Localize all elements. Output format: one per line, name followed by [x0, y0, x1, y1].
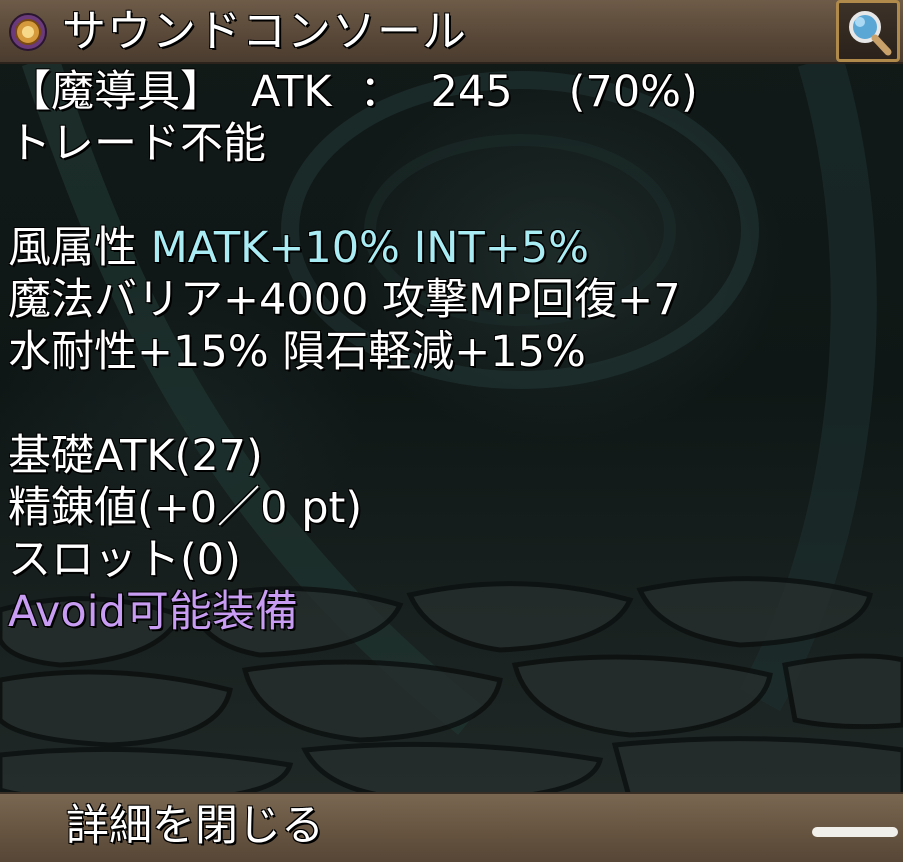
item-title: サウンドコンソール — [62, 6, 467, 57]
atk-percent: (70%) — [568, 67, 698, 117]
refine-value: 精錬値(+0／0 pt) — [8, 483, 363, 533]
effect-line-2: 水耐性+15% 隕石軽減+15% — [8, 326, 586, 378]
title-bar: サウンドコンソール — [0, 0, 903, 64]
search-button[interactable] — [836, 0, 900, 62]
trade-status: トレード不能 — [8, 119, 266, 169]
drag-handle[interactable] — [812, 827, 898, 837]
item-category: 【魔導具】 — [8, 67, 223, 117]
close-details-label: 詳細を閉じる — [66, 801, 324, 851]
item-detail-screen: サウンドコンソール 【魔導具】 ATK ： 245 (70%) トレード不能 風属性 M… — [0, 0, 903, 862]
element-line: 風属性 MATK+10% INT+5% — [8, 222, 589, 274]
category-atk-line: 【魔導具】 ATK ： 245 (70%) — [8, 66, 698, 118]
close-details-button[interactable]: 詳細を閉じる — [0, 792, 903, 862]
magnifier-icon — [849, 11, 892, 56]
effect-line-1: 魔法バリア+4000 攻撃MP回復+7 — [8, 274, 681, 326]
effect-magic-barrier: 魔法バリア+4000 — [8, 275, 369, 325]
avoid-note: Avoid可能装備 — [8, 587, 298, 637]
base-atk: 基礎ATK(27) — [8, 431, 263, 481]
element-bonus-matk: MATK+10% — [150, 223, 400, 273]
element-bonus-int: INT+5% — [413, 223, 589, 273]
atk-label: ATK — [251, 67, 332, 117]
atk-separator: ： — [359, 67, 403, 117]
effect-mp-recovery: 攻撃MP回復+7 — [382, 275, 681, 325]
effect-meteor-reduction: 隕石軽減+15% — [282, 327, 586, 377]
effect-water-resist: 水耐性+15% — [8, 327, 269, 377]
slot-count: スロット(0) — [8, 535, 241, 585]
orb-icon — [9, 13, 47, 51]
element-name: 風属性 — [8, 223, 137, 273]
atk-value: 245 — [430, 67, 513, 117]
